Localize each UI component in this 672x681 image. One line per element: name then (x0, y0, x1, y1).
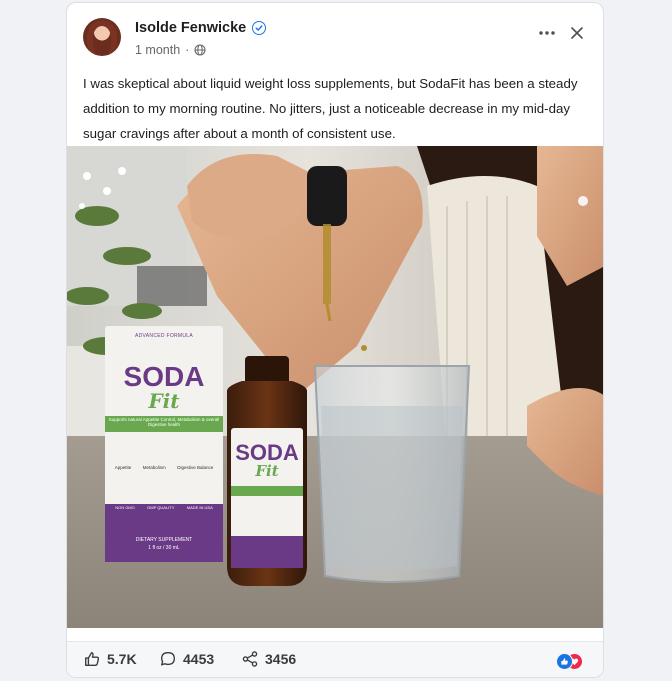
thumbs-up-icon (85, 652, 100, 666)
meta-separator: · (185, 43, 190, 57)
comment-button[interactable]: 4453 (159, 650, 214, 668)
box-advanced-label: ADVANCED FORMULA (134, 333, 194, 339)
author-row: Isolde Fenwicke (135, 20, 267, 36)
badge-gmp: GMP QUALITY (147, 505, 175, 510)
box-feature-list: Appetite Metabolism Digestive Balance (109, 465, 219, 470)
verified-check-icon (252, 21, 267, 35)
box-volume-line: 1 fl oz / 30 mL (148, 545, 180, 551)
close-button[interactable] (567, 23, 587, 43)
box-badges: NON GMO GMP QUALITY MADE IN USA (109, 505, 219, 510)
feature-appetite: Appetite (114, 465, 132, 470)
post-text: I was skeptical about liquid weight loss… (83, 76, 578, 141)
comment-count: 4453 (183, 651, 215, 667)
box-brand-bottom: Fit (148, 389, 180, 413)
box-supplement-line: DIETARY SUPPLEMENT (135, 537, 193, 543)
like-reaction-icon (556, 653, 573, 670)
more-horizontal-icon (539, 31, 555, 35)
post-card: Isolde Fenwicke 1 month · I was skeptica… (66, 2, 604, 678)
post-meta: 1 month · (135, 43, 206, 57)
close-icon (571, 27, 583, 39)
author-name[interactable]: Isolde Fenwicke (135, 20, 246, 36)
share-count: 3456 (265, 651, 297, 667)
like-button[interactable]: 5.7K (83, 650, 137, 668)
globe-icon (194, 44, 206, 56)
box-tagline: Supports natural Appetite Control, Metab… (108, 417, 220, 427)
post-header: Isolde Fenwicke 1 month · (67, 3, 603, 67)
avatar[interactable] (83, 18, 121, 56)
more-options-button[interactable] (537, 23, 557, 43)
bottle-brand-bottom: Fit (255, 462, 279, 480)
post-time[interactable]: 1 month (135, 43, 180, 57)
share-icon (242, 651, 258, 667)
badge-non-gmo: NON GMO (115, 505, 135, 510)
comment-icon (161, 652, 175, 666)
reaction-summary[interactable] (556, 653, 588, 671)
post-footer: 5.7K 4453 3456 (67, 641, 603, 677)
share-button[interactable]: 3456 (241, 650, 296, 668)
badge-made-usa: MADE IN USA (186, 505, 213, 510)
feature-digestive: Digestive Balance (177, 465, 214, 470)
like-count: 5.7K (107, 651, 137, 667)
feature-metabolism: Metabolism (142, 465, 166, 470)
